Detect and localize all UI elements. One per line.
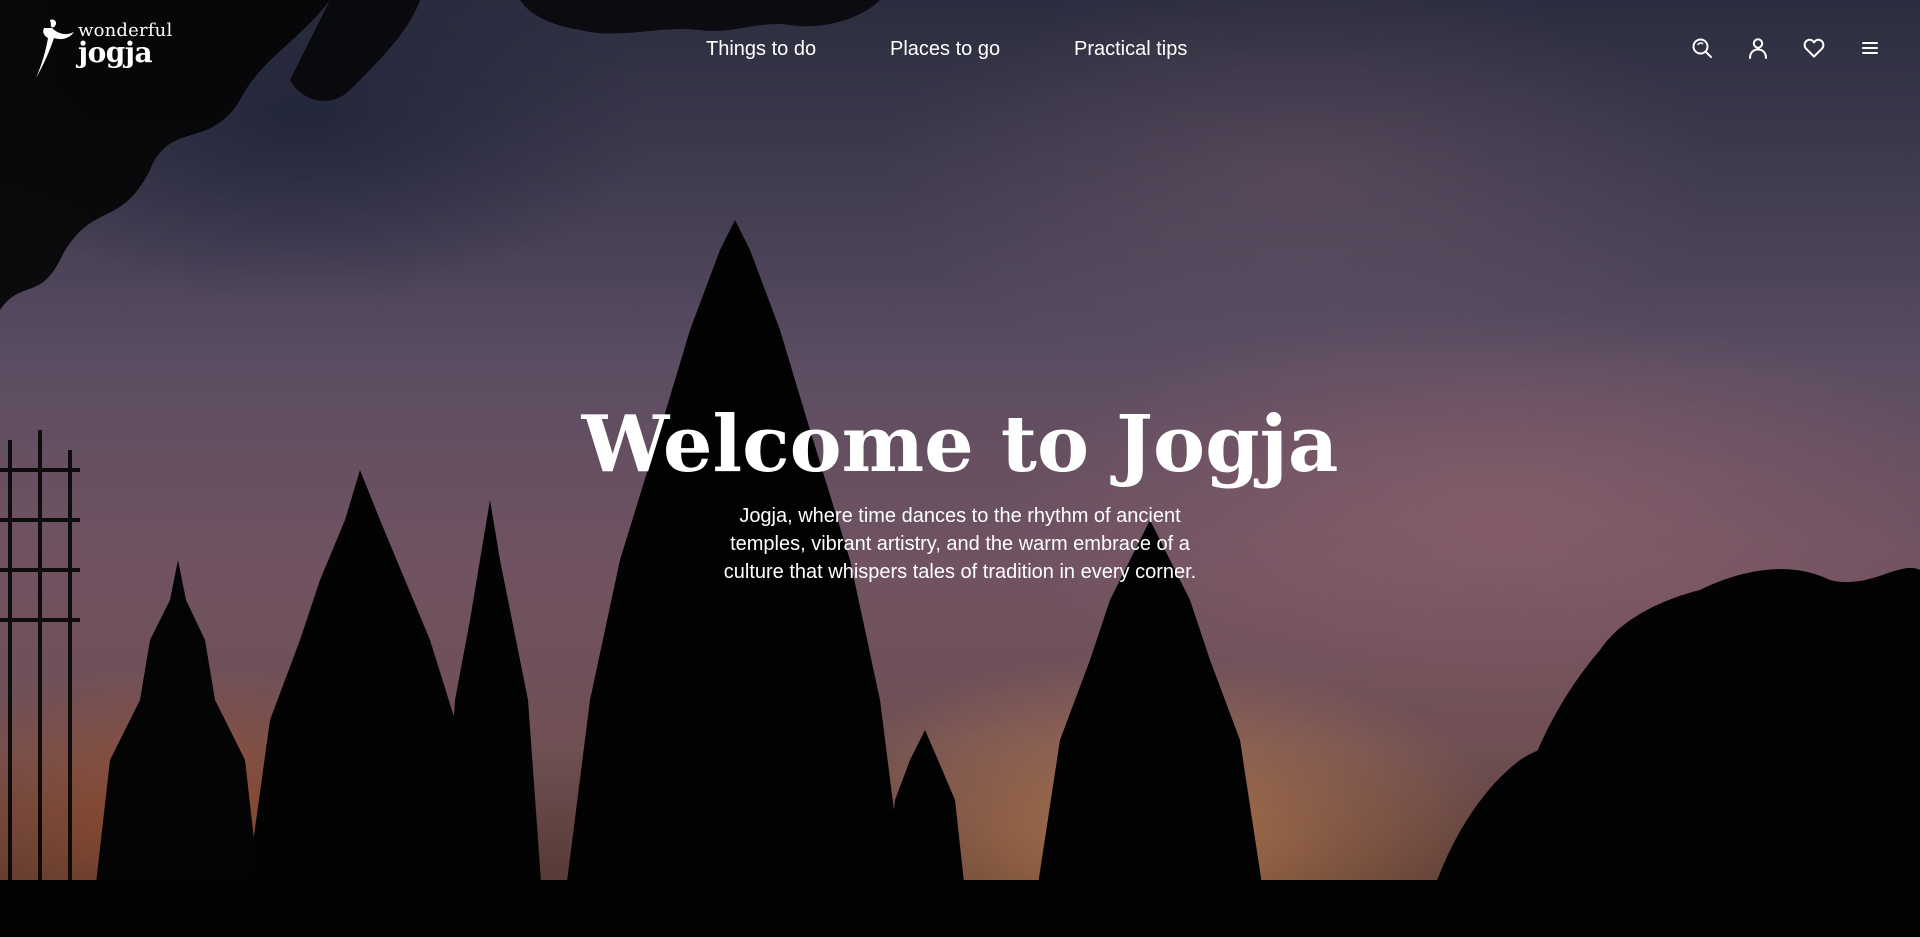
user-icon	[1749, 38, 1767, 59]
hero-section: wonderful jogja Things to do Places to g…	[0, 0, 1920, 937]
search-icon	[1692, 38, 1712, 58]
site-header: wonderful jogja Things to do Places to g…	[0, 0, 1920, 100]
favorites-button[interactable]	[1800, 34, 1828, 62]
search-button[interactable]	[1688, 34, 1716, 62]
hero-subtitle: Jogja, where time dances to the rhythm o…	[723, 505, 1197, 583]
menu-icon	[1862, 42, 1878, 54]
nav-item-places-to-go[interactable]: Places to go	[890, 36, 1000, 62]
heart-icon	[1803, 38, 1825, 58]
nav-item-things-to-do[interactable]: Things to do	[706, 36, 816, 62]
account-button[interactable]	[1744, 34, 1772, 62]
nav-item-practical-tips[interactable]: Practical tips	[1074, 36, 1187, 62]
wonderful-jogja-logo[interactable]: wonderful jogja	[32, 16, 172, 80]
dancer-logo-icon	[36, 19, 74, 78]
logo-text-main: jogja	[78, 36, 153, 69]
hero-title: Welcome to Jogja	[581, 399, 1339, 490]
menu-button[interactable]	[1856, 34, 1884, 62]
